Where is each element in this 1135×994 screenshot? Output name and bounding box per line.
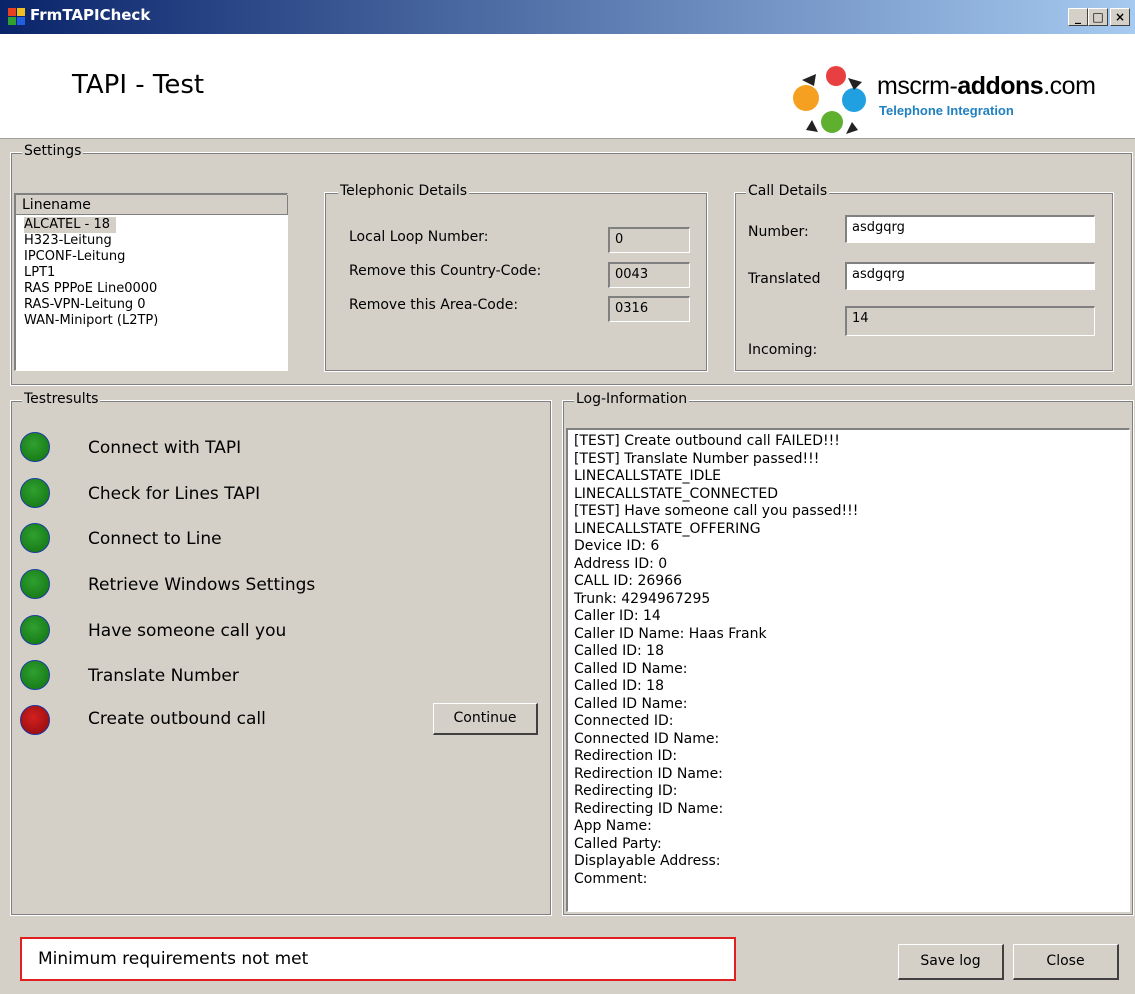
log-line: Caller ID: 14 [574,608,661,624]
log-textbox[interactable]: [TEST] Create outbound call FAILED!!! [TE… [566,428,1130,912]
logo-tagline: Telephone Integration [879,103,1014,118]
area-code-field[interactable]: 0316 [608,296,690,322]
page-title: TAPI - Test [72,70,205,100]
log-line: LINECALLSTATE_OFFERING [574,520,761,537]
telephonic-details-title: Telephonic Details [338,183,470,199]
maximize-button[interactable]: □ [1088,8,1108,26]
testresults-group [10,400,552,916]
test-label: Connect to Line [88,529,222,549]
line-list-item[interactable]: RAS-VPN-Leitung 0 [24,297,146,313]
window-title: FrmTAPICheck [30,6,151,24]
log-line: CALL ID: 26966 [574,573,683,589]
continue-button[interactable]: Continue [433,703,538,735]
line-list-item[interactable]: LPT1 [24,265,55,281]
country-code-label: Remove this Country-Code: [349,263,542,279]
log-line: Called ID: 18 [574,678,664,694]
app-icon [8,8,25,25]
log-line: LINECALLSTATE_IDLE [574,468,721,484]
line-list-item[interactable]: WAN-Miniport (L2TP) [24,313,158,329]
log-line: Comment: [574,870,648,887]
test-label: Create outbound call [88,709,266,729]
status-indicator-fail [20,705,50,735]
log-line: Redirection ID Name: [574,765,723,782]
log-line: Called ID Name: [574,695,688,712]
local-loop-label: Local Loop Number: [349,229,489,245]
translated-input[interactable]: asdgqrg [845,262,1095,290]
log-title: Log-Information [574,391,690,407]
number-label: Number: [748,224,809,240]
log-lines: [TEST] Create outbound call FAILED!!! [TE… [574,433,858,888]
line-list[interactable]: Linename ALCATEL - 18 H323-Leitung IPCON… [14,193,288,371]
linename-column-header[interactable]: Linename [16,195,288,215]
status-indicator-pass [20,478,50,508]
status-indicator-pass [20,432,50,462]
close-window-button[interactable]: × [1110,8,1130,26]
settings-title: Settings [22,143,84,159]
line-list-item[interactable]: H323-Leitung [24,233,112,249]
minimize-button[interactable]: _ [1068,8,1088,26]
log-line: [TEST] Create outbound call FAILED!!! [574,433,840,449]
line-list-item[interactable]: ALCATEL - 18 [24,217,116,233]
line-list-item[interactable]: RAS PPPoE Line0000 [24,281,157,297]
log-line: [TEST] Translate Number passed!!! [574,450,820,467]
test-label: Retrieve Windows Settings [88,575,316,595]
status-indicator-pass [20,523,50,553]
logo-icon [793,66,866,134]
log-line: Connected ID Name: [574,730,720,747]
call-details-title: Call Details [746,183,830,199]
log-line: Called Party: [574,835,662,852]
log-line: App Name: [574,818,652,834]
number-input[interactable]: asdgqrg [845,215,1095,243]
test-label: Connect with TAPI [88,438,242,458]
close-button[interactable]: Close [1013,944,1119,980]
save-log-button[interactable]: Save log [898,944,1004,980]
log-line: Redirecting ID Name: [574,800,724,817]
log-line: Device ID: 6 [574,538,660,554]
log-line: Called ID: 18 [574,643,664,659]
log-line: Caller ID Name: Haas Frank [574,625,767,642]
incoming-label: Incoming: [748,342,818,358]
status-indicator-pass [20,569,50,599]
title-bar[interactable] [0,0,1135,34]
log-line: Connected ID: [574,713,674,729]
log-line: LINECALLSTATE_CONNECTED [574,485,778,502]
log-line: Redirecting ID: [574,783,678,799]
line-list-item[interactable]: IPCONF-Leitung [24,249,125,265]
test-label: Have someone call you [88,621,287,641]
status-indicator-pass [20,615,50,645]
log-line: Displayable Address: [574,853,721,869]
log-line: Redirection ID: [574,748,678,764]
local-loop-field[interactable]: 0 [608,227,690,253]
log-line: Called ID Name: [574,660,688,677]
area-code-label: Remove this Area-Code: [349,297,519,313]
test-label: Translate Number [88,666,239,686]
logo-text: mscrm-addons.com [877,72,1096,100]
log-line: Trunk: 4294967295 [574,590,711,607]
status-indicator-pass [20,660,50,690]
country-code-field[interactable]: 0043 [608,262,690,288]
status-message: Minimum requirements not met [20,937,736,981]
log-line: [TEST] Have someone call you passed!!! [574,503,859,519]
testresults-title: Testresults [22,391,101,407]
test-label: Check for Lines TAPI [88,484,261,504]
translated-label: Translated [748,271,821,287]
incoming-field[interactable]: 14 [845,306,1095,336]
log-line: Address ID: 0 [574,555,668,572]
